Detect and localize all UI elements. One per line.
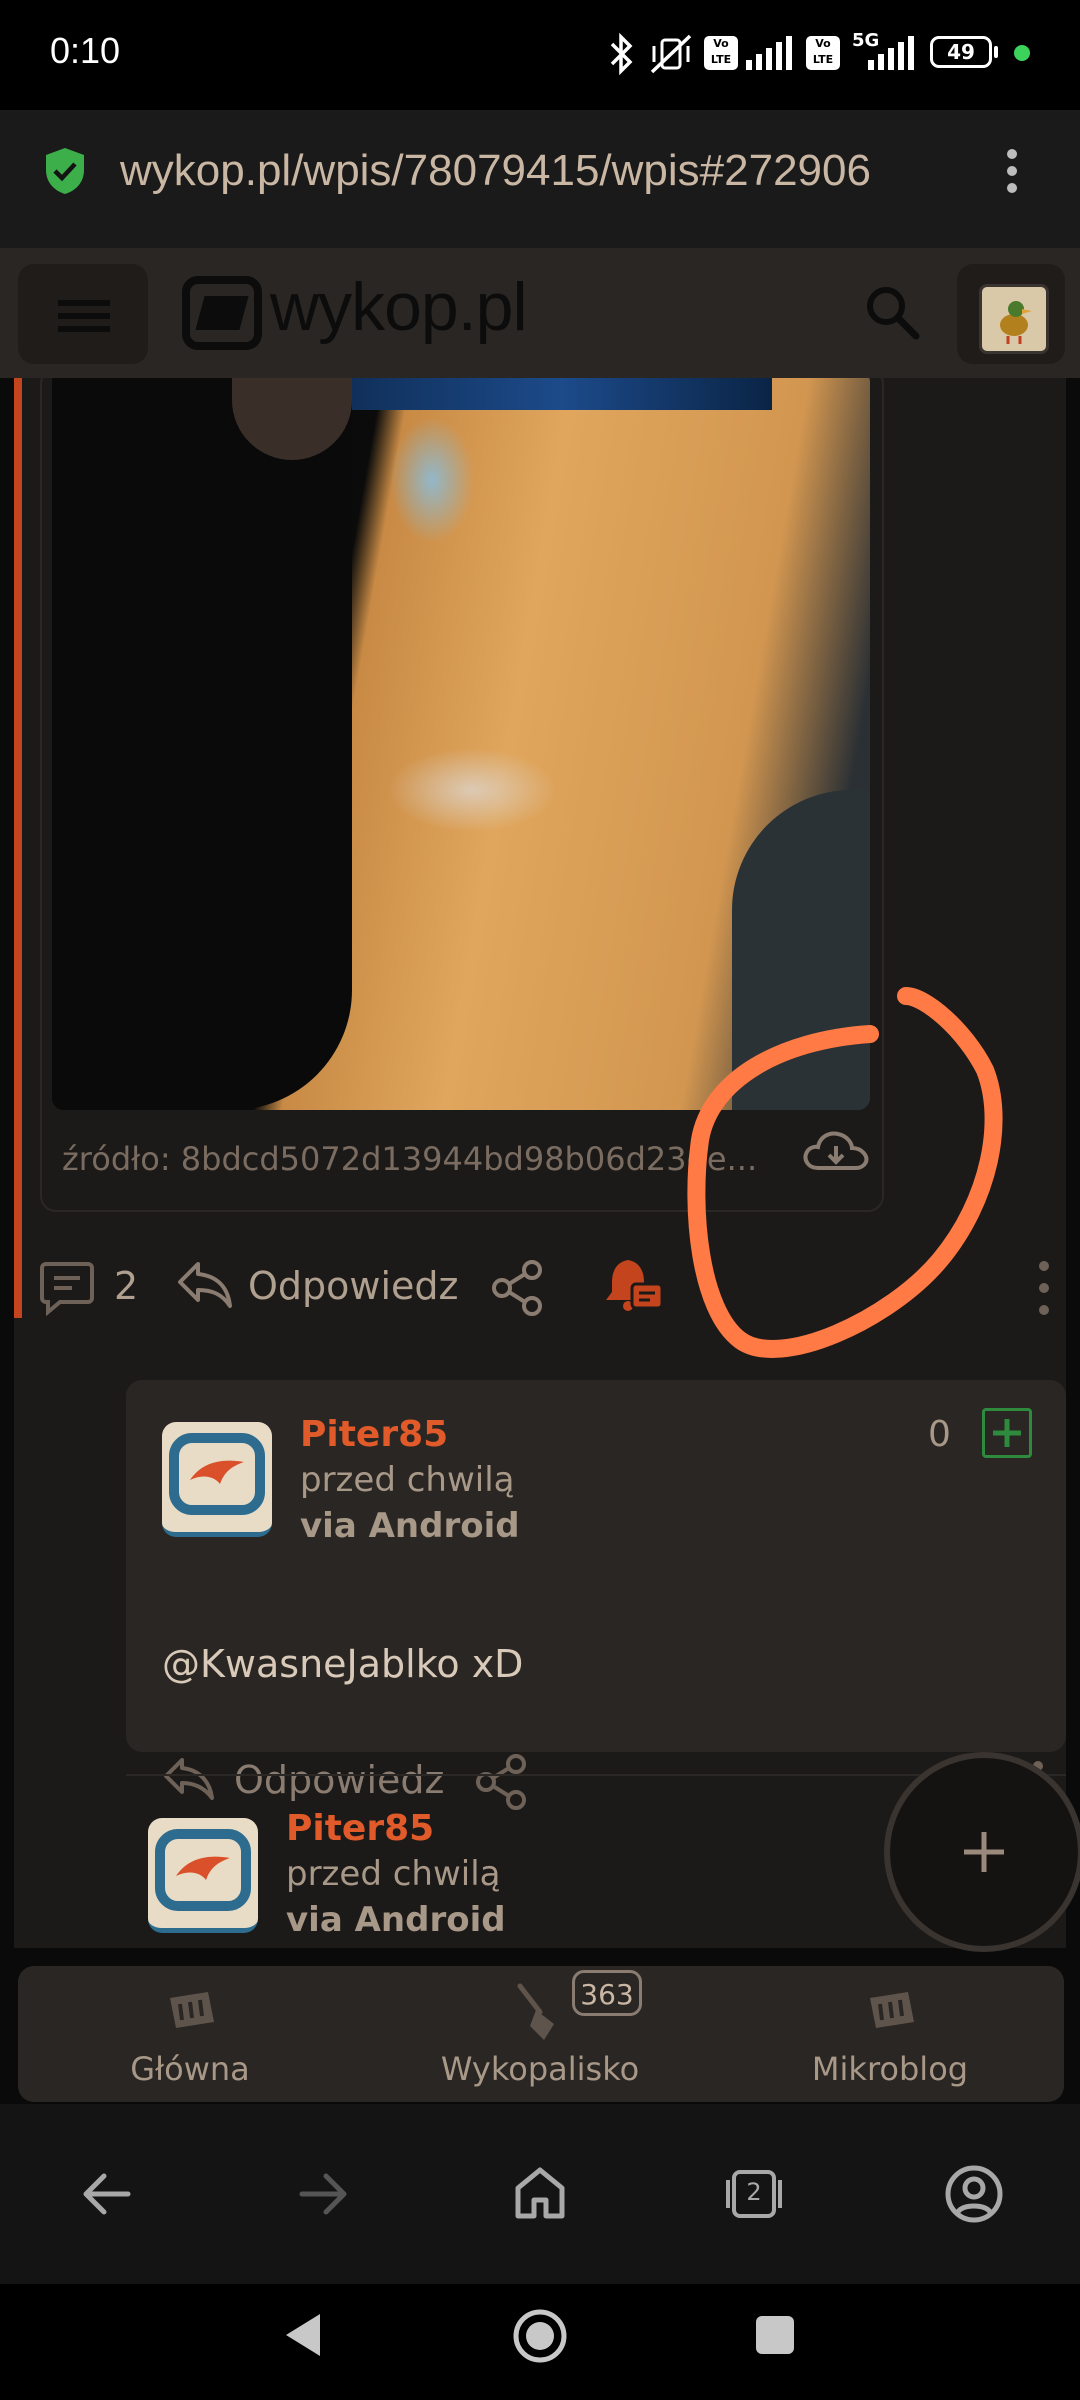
comment-body: @KwasneJablko xD: [162, 1642, 524, 1686]
shovel-icon[interactable]: [514, 1982, 564, 2046]
signal-icon: [746, 36, 792, 70]
status-time: 0:10: [50, 30, 121, 71]
wykop-logo-icon[interactable]: [182, 276, 262, 350]
comment-2-time: przed chwilą: [286, 1854, 501, 1894]
tabs-switcher-button[interactable]: 2: [724, 2168, 784, 2220]
reply-icon[interactable]: [174, 1258, 234, 1314]
system-recents-icon[interactable]: [756, 2316, 794, 2354]
system-back-icon[interactable]: [280, 2310, 324, 2360]
system-home-icon[interactable]: [510, 2306, 570, 2366]
user-avatar-button[interactable]: [957, 264, 1065, 364]
plus-icon: [993, 1419, 1021, 1447]
user-avatar: [979, 284, 1049, 354]
comment-reply-icon[interactable]: [160, 1754, 216, 1810]
add-entry-fab[interactable]: [884, 1752, 1080, 1952]
share-icon[interactable]: [488, 1258, 548, 1318]
tab-wykopalisko[interactable]: Wykopalisko: [410, 2050, 670, 2088]
privacy-indicator-dot: [1014, 45, 1030, 61]
duck-avatar-icon: [1000, 301, 1032, 344]
volte-icon: Vo LTE: [704, 36, 738, 70]
signal-icon-2: [868, 36, 914, 70]
menu-button[interactable]: [18, 264, 148, 364]
volte-icon-2: Vo LTE: [806, 36, 840, 70]
embedded-media[interactable]: [52, 378, 870, 1110]
secure-shield-icon[interactable]: [44, 146, 86, 196]
mikroblog-tab-icon[interactable]: [862, 1986, 922, 2036]
comment-count[interactable]: 2: [114, 1264, 138, 1308]
comment-2-username[interactable]: Piter85: [286, 1808, 434, 1849]
comment-card: Piter85 przed chwilą via Android 0 @Kwas…: [126, 1380, 1066, 1811]
bluetooth-icon: [610, 32, 633, 76]
site-logo-text[interactable]: wykop.pl: [270, 268, 528, 346]
entry-accent-bar: [14, 378, 22, 1318]
url-text[interactable]: wykop.pl/wpis/78079415/wpis#272906: [120, 146, 960, 196]
comment-avatar[interactable]: [162, 1422, 272, 1537]
forward-arrow-icon[interactable]: [296, 2166, 352, 2222]
tab-mikroblog[interactable]: Mikroblog: [760, 2050, 1020, 2088]
comment-reply-button[interactable]: Odpowiedz: [234, 1758, 444, 1802]
comments-icon[interactable]: [36, 1260, 96, 1316]
browser-menu-icon[interactable]: [1000, 146, 1024, 196]
search-icon[interactable]: [864, 284, 920, 344]
orlen-eagle-icon: [155, 1829, 251, 1911]
comment-username[interactable]: Piter85: [300, 1414, 448, 1455]
entry-reply-button[interactable]: Odpowiedz: [248, 1264, 458, 1308]
wykopalisko-badge: 363: [572, 1970, 642, 2016]
entry-content: źródło: 8bdcd5072d13944bd98b06d23de... 2…: [14, 378, 1066, 1948]
cloud-download-icon[interactable]: [802, 1126, 872, 1176]
upvote-plus-button[interactable]: [982, 1408, 1032, 1458]
account-icon[interactable]: [944, 2164, 1004, 2224]
home-icon[interactable]: [512, 2164, 568, 2222]
battery-level: 49: [947, 40, 975, 64]
comment-2-via: via Android: [286, 1900, 506, 1940]
entry-more-icon[interactable]: [1036, 1258, 1052, 1318]
status-bar: [0, 0, 1080, 110]
comment-vote-count: 0: [928, 1414, 951, 1455]
battery-icon: 49: [930, 36, 992, 68]
vibrate-off-icon: [650, 34, 692, 74]
notification-bell-icon[interactable]: [602, 1254, 666, 1318]
home-tab-icon[interactable]: [162, 1986, 222, 2036]
comment-2-avatar[interactable]: [148, 1818, 258, 1933]
media-card: źródło: 8bdcd5072d13944bd98b06d23de...: [40, 378, 884, 1212]
media-source-link[interactable]: źródło: 8bdcd5072d13944bd98b06d23de...: [62, 1140, 757, 1178]
comment-time: przed chwilą: [300, 1460, 515, 1500]
orlen-eagle-icon: [169, 1433, 265, 1515]
tab-glowna[interactable]: Główna: [60, 2050, 320, 2088]
tab-count: 2: [746, 2178, 762, 2206]
comment-via: via Android: [300, 1506, 520, 1546]
hamburger-icon: [58, 300, 110, 332]
comment-share-icon[interactable]: [474, 1752, 530, 1812]
plus-icon: [964, 1832, 1004, 1872]
back-arrow-icon[interactable]: [78, 2166, 134, 2222]
